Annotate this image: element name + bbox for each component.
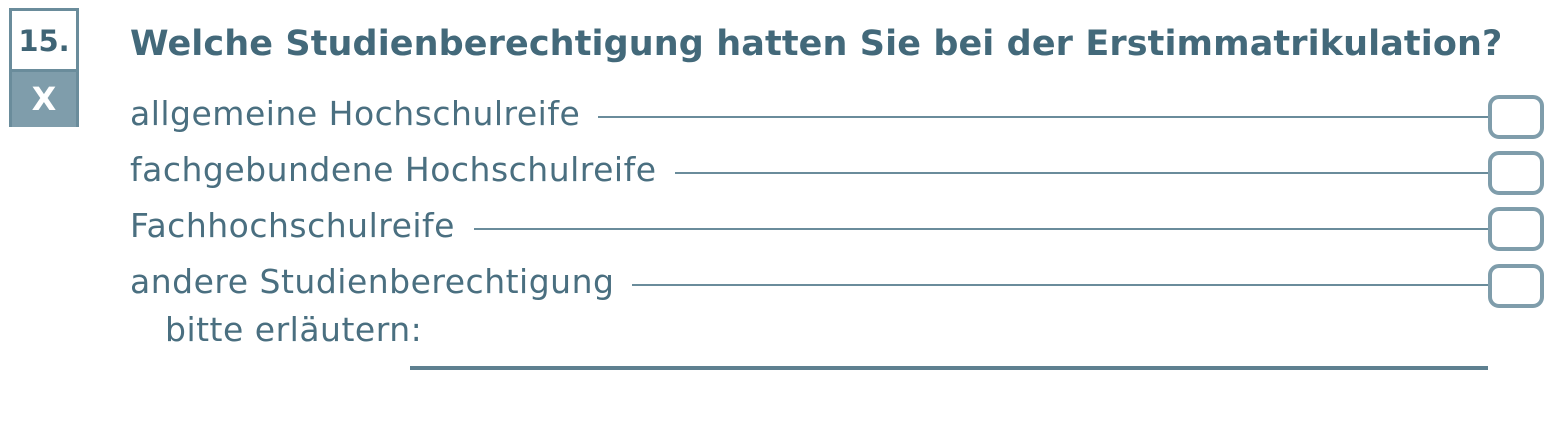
option-row-fachhochschulreife: Fachhochschulreife (130, 206, 1490, 246)
checkbox-andere-studienberechtigung[interactable] (1488, 264, 1544, 308)
checkbox-fachgebundene-hochschulreife[interactable] (1488, 151, 1544, 195)
dotted-leader-line (624, 284, 1490, 286)
option-label: fachgebundene Hochschulreife (130, 150, 675, 190)
question-number: 15. (18, 24, 70, 58)
dotted-leader-line (663, 172, 1490, 174)
option-row-andere: andere Studienberechtigung (130, 262, 1490, 302)
question-title: Welche Studienberechtigung hatten Sie be… (130, 24, 1503, 64)
option-row-allgemeine: allgemeine Hochschulreife (130, 94, 1490, 134)
checkbox-fachhochschulreife[interactable] (1488, 207, 1544, 251)
checkbox-allgemeine-hochschulreife[interactable] (1488, 95, 1544, 139)
explain-label: bitte erläutern: (165, 310, 423, 349)
dotted-leader-line (588, 116, 1490, 118)
dotted-leader-line (474, 228, 1490, 230)
question-number-badge: 15. X (9, 8, 79, 127)
answer-mark-example: X (12, 72, 76, 127)
option-label: Fachhochschulreife (130, 206, 473, 246)
option-row-fachgebunden: fachgebundene Hochschulreife (130, 150, 1490, 190)
option-label: allgemeine Hochschulreife (130, 94, 599, 134)
explain-text-line[interactable] (410, 366, 1488, 370)
option-label: andere Studienberechtigung (130, 262, 633, 302)
